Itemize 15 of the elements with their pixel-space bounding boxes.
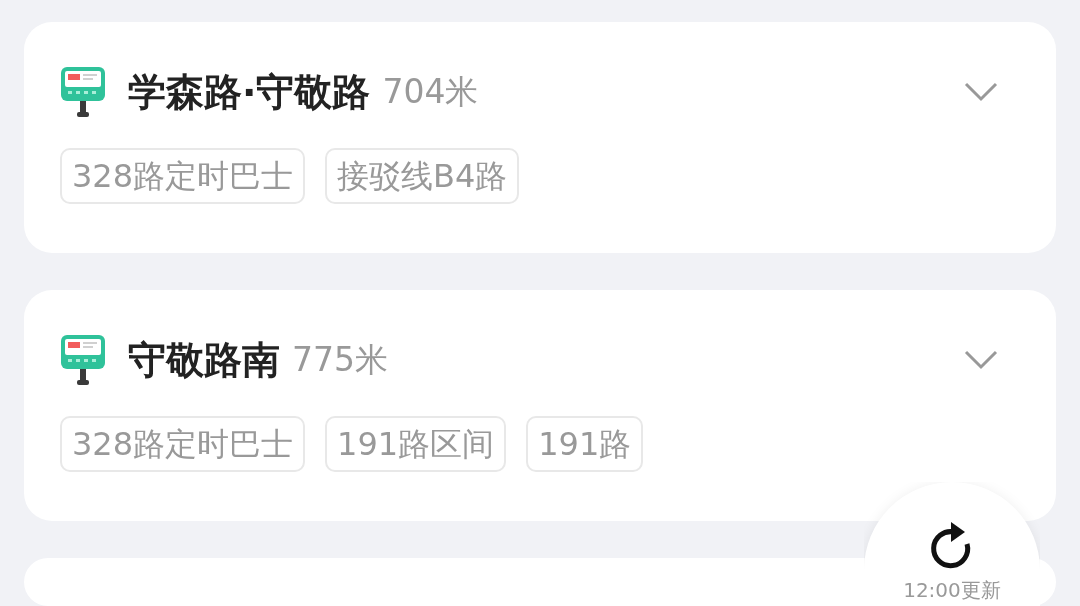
stop-card[interactable]: 守敬路南 775米 328路定时巴士 191路区间 191路 — [24, 290, 1056, 521]
route-tag[interactable]: 191路区间 — [325, 416, 507, 472]
stop-card[interactable]: 学森路·守敬路 704米 328路定时巴士 接驳线B4路 — [24, 22, 1056, 253]
stop-name: 学森路·守敬路 — [128, 68, 371, 116]
route-tag[interactable]: 191路 — [526, 416, 644, 472]
route-tag[interactable]: 328路定时巴士 — [60, 416, 306, 472]
chevron-down-icon[interactable] — [964, 82, 998, 102]
bus-stop-sign-icon — [60, 66, 106, 118]
stop-name: 守敬路南 — [128, 336, 280, 384]
route-tag[interactable]: 328路定时巴士 — [60, 148, 306, 204]
bus-stop-sign-icon — [60, 334, 106, 386]
chevron-down-icon[interactable] — [964, 350, 998, 370]
stop-distance: 775米 — [292, 338, 388, 381]
route-tag[interactable]: 接驳线B4路 — [325, 148, 520, 204]
stop-distance: 704米 — [382, 70, 479, 113]
